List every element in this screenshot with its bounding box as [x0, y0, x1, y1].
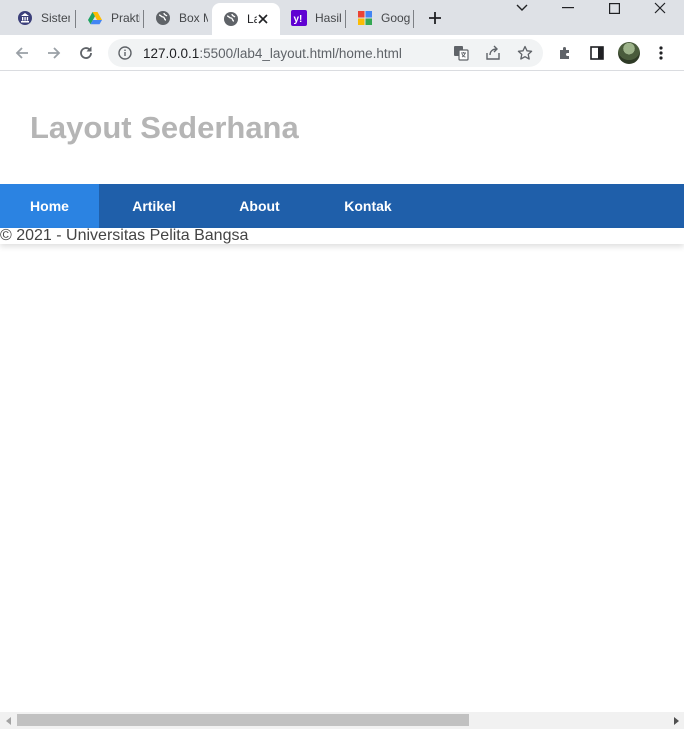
university-icon [17, 10, 33, 26]
forward-button[interactable] [40, 39, 68, 67]
address-bar[interactable]: 127.0.0.1:5500/lab4_layout.html/home.htm… [108, 39, 543, 67]
tab-google[interactable]: Google [346, 0, 414, 35]
tab-search-button[interactable] [500, 0, 544, 16]
scroll-left-icon[interactable] [0, 712, 17, 729]
page-title: Layout Sederhana [30, 110, 299, 145]
info-icon[interactable] [117, 45, 133, 61]
browser-toolbar: 127.0.0.1:5500/lab4_layout.html/home.htm… [0, 35, 684, 71]
share-icon[interactable] [484, 44, 502, 62]
main-nav: Home Artikel About Kontak [0, 184, 684, 228]
forward-arrow-icon [48, 47, 61, 59]
menu-button[interactable] [647, 39, 675, 67]
close-window-icon [654, 2, 666, 14]
avatar[interactable] [618, 42, 640, 64]
maximize-button[interactable] [592, 0, 636, 16]
tab-hasil[interactable]: y! Hasil [280, 0, 346, 35]
tab-title: Hasil [315, 10, 342, 25]
nav-about[interactable]: About [209, 184, 310, 228]
side-panel-button[interactable] [583, 39, 611, 67]
tab-title: Box Model [179, 10, 208, 25]
side-panel-icon [590, 46, 604, 60]
globe-icon [223, 11, 239, 27]
google-drive-icon [87, 10, 103, 26]
scroll-right-icon[interactable] [667, 712, 684, 729]
scrollbar-thumb[interactable] [17, 714, 469, 726]
puzzle-icon [560, 47, 569, 59]
url-host: 127.0.0.1 [143, 46, 200, 61]
more-vert-icon [659, 46, 663, 60]
reload-icon [80, 46, 92, 59]
tab-title: Google [381, 10, 410, 25]
tab-title: Praktikum [111, 10, 140, 25]
maximize-icon [608, 2, 620, 14]
close-icon[interactable] [255, 11, 271, 27]
minimize-button[interactable] [546, 0, 590, 16]
tab-strip: Sistem Praktikum Box Model Lab y! Hasil [0, 0, 684, 35]
bookmark-star-icon[interactable] [516, 44, 534, 62]
yahoo-icon: y! [291, 9, 307, 26]
tab-sistem[interactable]: Sistem [6, 0, 76, 35]
globe-icon [155, 10, 171, 26]
url-path: :5500/lab4_layout.html/home.html [199, 46, 402, 61]
google-icon [357, 10, 373, 26]
tab-praktikum[interactable]: Praktikum [76, 0, 144, 35]
site-header: Layout Sederhana [0, 72, 684, 184]
footer-text: © 2021 - Universitas Pelita Bangsa [0, 227, 249, 244]
back-arrow-icon [15, 47, 28, 59]
tab-lab-active[interactable]: Lab [212, 3, 280, 35]
tab-box-model[interactable]: Box Model [144, 0, 212, 35]
nav-home[interactable]: Home [0, 184, 99, 228]
page-viewport: Layout Sederhana Home Artikel About Kont… [0, 72, 684, 712]
svg-text:y!: y! [294, 14, 303, 25]
url-text[interactable]: 127.0.0.1:5500/lab4_layout.html/home.htm… [143, 46, 402, 61]
nav-kontak[interactable]: Kontak [310, 184, 426, 228]
tab-title: Sistem [41, 10, 70, 25]
extensions-button[interactable] [551, 39, 579, 67]
minimize-icon [562, 7, 574, 9]
close-window-button[interactable] [638, 0, 682, 16]
back-button[interactable] [8, 39, 36, 67]
chevron-down-icon [516, 4, 528, 11]
translate-icon[interactable] [452, 44, 470, 62]
nav-artikel[interactable]: Artikel [99, 184, 209, 228]
plus-icon [429, 12, 441, 24]
reload-button[interactable] [72, 39, 100, 67]
horizontal-scrollbar[interactable] [0, 712, 684, 729]
new-tab-button[interactable] [424, 7, 446, 29]
tab-separator [413, 10, 414, 28]
site-footer: © 2021 - Universitas Pelita Bangsa [0, 227, 684, 244]
